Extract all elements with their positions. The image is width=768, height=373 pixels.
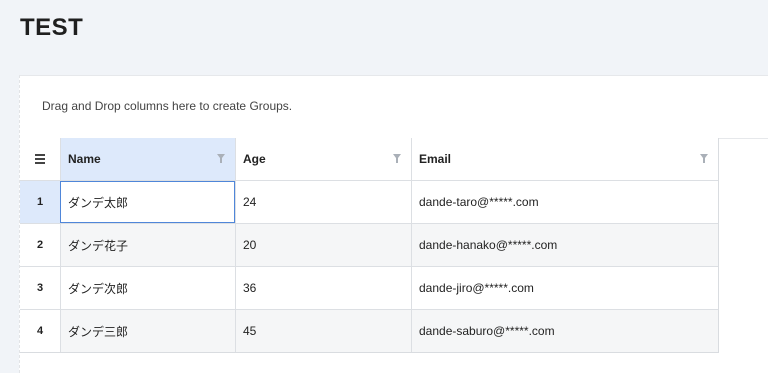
cell-name[interactable]: ダンデ花子 [60,224,235,266]
cell-email[interactable]: dande-saburo@*****.com [411,310,718,352]
page-title: TEST [20,14,84,41]
cell-age[interactable]: 20 [235,224,411,266]
column-header-name[interactable]: Name [60,138,235,180]
column-header-age-label: Age [243,152,266,166]
grid-panel: Drag and Drop columns here to create Gro… [19,75,768,373]
cell-name[interactable]: ダンデ太郎 [60,181,235,223]
cell-email[interactable]: dande-taro@*****.com [411,181,718,223]
table-row[interactable]: 2 ダンデ花子 20 dande-hanako@*****.com [20,223,718,266]
table-row[interactable]: 1 ダンデ太郎 24 dande-taro@*****.com [20,180,718,223]
table-row[interactable]: 3 ダンデ次郎 36 dande-jiro@*****.com [20,266,718,309]
table-row[interactable]: 4 ダンデ三郎 45 dande-saburo@*****.com [20,309,718,352]
column-header-email[interactable]: Email [411,138,718,180]
cell-age[interactable]: 24 [235,181,411,223]
filter-icon[interactable] [700,154,708,163]
filter-icon[interactable] [393,154,401,163]
group-drop-zone[interactable]: Drag and Drop columns here to create Gro… [20,76,768,139]
data-grid: Name Age Email 1 ダンデ太郎 24 dande-taro@***… [20,138,719,353]
header-row: Name Age Email [20,138,718,180]
hamburger-menu-icon[interactable] [35,154,45,164]
cell-name[interactable]: ダンデ次郎 [60,267,235,309]
cell-email[interactable]: dande-jiro@*****.com [411,267,718,309]
row-index[interactable]: 2 [20,224,60,266]
cell-email[interactable]: dande-hanako@*****.com [411,224,718,266]
cell-name[interactable]: ダンデ三郎 [60,310,235,352]
column-header-email-label: Email [419,152,452,166]
row-index[interactable]: 4 [20,310,60,352]
column-menu-button[interactable] [20,138,60,180]
cell-age[interactable]: 36 [235,267,411,309]
group-drop-zone-text: Drag and Drop columns here to create Gro… [42,99,293,113]
row-index[interactable]: 3 [20,267,60,309]
filter-icon[interactable] [217,154,225,163]
cell-age[interactable]: 45 [235,310,411,352]
column-header-name-label: Name [68,152,101,166]
row-index[interactable]: 1 [20,181,60,223]
column-header-age[interactable]: Age [235,138,411,180]
